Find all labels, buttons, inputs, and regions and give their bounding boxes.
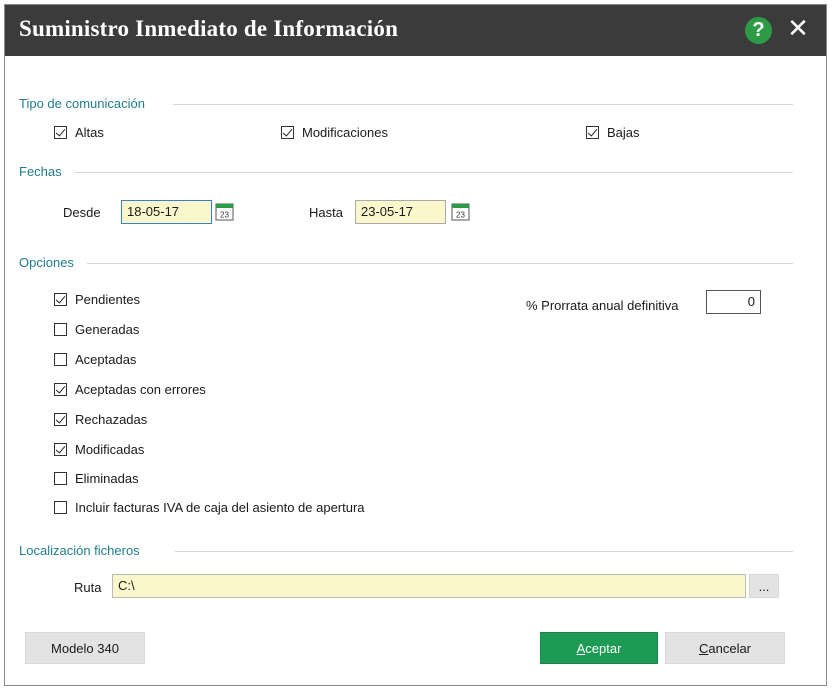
modelo-340-button[interactable]: Modelo 340 [25,632,145,664]
close-icon[interactable]: ✕ [784,13,812,45]
checkbox-box[interactable] [54,383,67,396]
button-label: ceptar [585,640,622,656]
section-opciones: Opciones [19,255,74,270]
checkbox-generadas[interactable]: Generadas [54,322,139,337]
checkbox-box[interactable] [54,501,67,514]
desde-date-input[interactable]: 18-05-17 [121,200,212,224]
divider [87,263,793,264]
ruta-label: Ruta [74,580,102,595]
checkbox-aceptadas[interactable]: Aceptadas [54,352,136,367]
checkbox-box[interactable] [586,126,599,139]
divider [75,172,793,173]
checkbox-incluir-facturas-iva-caja[interactable]: Incluir facturas IVA de caja del asiento… [54,500,365,515]
browse-button[interactable]: ... [749,574,779,598]
checkbox-label: Bajas [607,125,640,140]
checkbox-label: Aceptadas con errores [75,382,206,397]
checkbox-box[interactable] [54,126,67,139]
checkbox-aceptadas-con-errores[interactable]: Aceptadas con errores [54,382,206,397]
calendar-icon[interactable]: 23 [451,202,470,221]
checkbox-modificaciones[interactable]: Modificaciones [281,125,388,140]
checkbox-label: Altas [75,125,104,140]
prorrata-label: % Prorrata anual definitiva [526,298,679,313]
checkbox-label: Modificadas [75,442,145,457]
checkbox-box[interactable] [54,413,67,426]
accelerator-key: C [698,640,709,656]
cancelar-button[interactable]: Cancelar [665,632,785,664]
checkbox-altas[interactable]: Altas [54,125,104,140]
desde-label: Desde [63,205,101,220]
checkbox-box[interactable] [54,443,67,456]
section-localizacion-ficheros: Localización ficheros [19,543,140,558]
checkbox-rechazadas[interactable]: Rechazadas [54,412,147,427]
aceptar-button[interactable]: Aceptar [540,632,658,664]
calendar-icon[interactable]: 23 [215,202,234,221]
section-tipo-comunicacion: Tipo de comunicación [19,96,145,111]
checkbox-box[interactable] [281,126,294,139]
divider [175,551,793,552]
hasta-label: Hasta [309,205,343,220]
dialog-window: Suministro Inmediato de Información ? ✕ … [4,4,827,686]
checkbox-label: Modificaciones [302,125,388,140]
checkbox-eliminadas[interactable]: Eliminadas [54,471,139,486]
svg-text:23: 23 [456,211,465,220]
accelerator-key: A [576,640,586,656]
checkbox-box[interactable] [54,353,67,366]
checkbox-bajas[interactable]: Bajas [586,125,640,140]
checkbox-pendientes[interactable]: Pendientes [54,292,140,307]
checkbox-box[interactable] [54,293,67,306]
title-bar: Suministro Inmediato de Información ? ✕ [5,5,826,56]
checkbox-box[interactable] [54,472,67,485]
checkbox-box[interactable] [54,323,67,336]
checkbox-label: Incluir facturas IVA de caja del asiento… [75,500,365,515]
checkbox-label: Pendientes [75,292,141,307]
divider [173,104,793,105]
checkbox-label: Aceptadas [75,352,137,367]
section-fechas: Fechas [19,164,62,179]
help-icon[interactable]: ? [745,17,772,44]
checkbox-label: Rechazadas [75,412,148,427]
prorrata-input[interactable]: 0 [706,290,761,314]
hasta-date-input[interactable]: 23-05-17 [355,200,446,224]
checkbox-modificadas[interactable]: Modificadas [54,442,144,457]
button-label: ancelar [708,640,752,656]
svg-text:23: 23 [220,211,229,220]
checkbox-label: Generadas [75,322,140,337]
checkbox-label: Eliminadas [75,471,139,486]
ruta-input[interactable]: C:\ [112,574,746,598]
dialog-title: Suministro Inmediato de Información [19,16,399,41]
